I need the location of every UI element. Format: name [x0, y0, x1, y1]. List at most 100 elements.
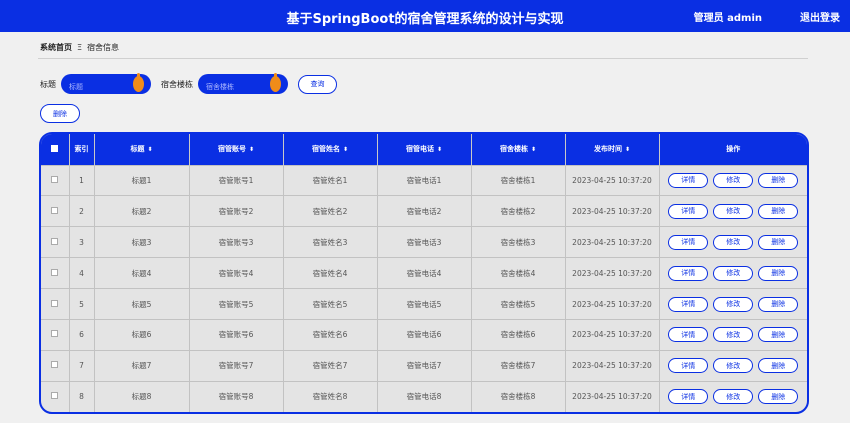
- table-row: 6 标题6 宿管账号6 宿管姓名6 宿管电话6 宿舍楼栋6 2023-04-25 10:37…: [41, 319, 807, 351]
- cell-name: 宿管姓名2: [283, 195, 378, 227]
- building-search-field: [198, 73, 288, 97]
- cell-index: 2: [69, 195, 95, 227]
- cell-index: 7: [69, 350, 95, 382]
- delete-button[interactable]: 删除: [758, 265, 799, 281]
- breadcrumb-separator-icon: Ξ: [77, 43, 83, 52]
- row-checkbox[interactable]: [51, 299, 59, 307]
- sort-icon: ⬍: [147, 146, 153, 154]
- cell-time: 2023-04-25 10:37:20: [565, 257, 660, 289]
- row-checkbox[interactable]: [51, 206, 59, 214]
- cell-building: 宿舍楼栋7: [471, 350, 566, 382]
- cell-account: 宿管账号2: [189, 195, 284, 227]
- col-header-account[interactable]: 宿管账号 ⬍: [189, 134, 284, 165]
- cell-name: 宿管姓名6: [283, 319, 378, 351]
- title-search-input[interactable]: [61, 77, 133, 97]
- row-select-cell: [41, 288, 70, 320]
- row-checkbox[interactable]: [51, 392, 59, 400]
- cell-phone: 宿管电话1: [377, 165, 472, 196]
- col-header-building[interactable]: 宿舍楼栋 ⬍: [471, 134, 566, 165]
- cell-phone: 宿管电话8: [377, 381, 472, 412]
- cell-building: 宿舍楼栋3: [471, 226, 566, 258]
- row-select-cell: [41, 165, 70, 196]
- cell-phone: 宿管电话6: [377, 319, 472, 351]
- delete-button[interactable]: 删除: [758, 234, 799, 250]
- row-checkbox[interactable]: [51, 237, 59, 245]
- table-row: 8 标题8 宿管账号8 宿管姓名8 宿管电话8 宿舍楼栋8 2023-04-25 10:37…: [41, 381, 807, 412]
- row-actions: 详情 修改 删除: [659, 258, 807, 289]
- delete-button[interactable]: 删除: [758, 358, 799, 374]
- cell-building: 宿舍楼栋6: [471, 319, 566, 351]
- detail-button[interactable]: 详情: [668, 358, 709, 374]
- sort-icon: ⬍: [530, 146, 537, 154]
- row-actions: 详情 修改 删除: [659, 319, 807, 350]
- building-search-input[interactable]: [198, 77, 270, 97]
- detail-button[interactable]: 详情: [668, 265, 709, 281]
- breadcrumb: 系统首页 Ξ 宿舍信息: [40, 42, 119, 53]
- breadcrumb-home[interactable]: 系统首页: [40, 42, 72, 53]
- user-label: 管理员 admin: [693, 13, 762, 24]
- col-header-title[interactable]: 标题 ⬍: [94, 134, 190, 165]
- col-header-label: 宿管账号: [217, 145, 246, 154]
- detail-button[interactable]: 详情: [668, 327, 709, 343]
- cell-building: 宿舍楼栋5: [471, 288, 566, 320]
- cell-account: 宿管账号1: [189, 165, 284, 196]
- cell-title: 标题5: [94, 288, 190, 320]
- cell-phone: 宿管电话5: [377, 288, 472, 320]
- breadcrumb-divider: [38, 58, 808, 59]
- delete-button[interactable]: 删除: [758, 172, 799, 188]
- cell-time: 2023-04-25 10:37:20: [565, 319, 660, 351]
- col-header-phone[interactable]: 宿管电话 ⬍: [377, 134, 472, 165]
- edit-button[interactable]: 修改: [713, 203, 754, 219]
- row-select-cell: [41, 381, 70, 412]
- delete-button[interactable]: 删除: [758, 327, 799, 343]
- col-header-label: 宿舍楼栋: [499, 145, 528, 154]
- row-select-cell: [41, 350, 70, 382]
- table-header-row: 索引 标题 ⬍ 宿管账号 ⬍ 宿管姓名 ⬍ 宿管电话 ⬍ 宿舍楼栋 ⬍ 发布时间 ⬍ 操作: [41, 134, 807, 165]
- breadcrumb-current: 宿舍信息: [87, 43, 120, 52]
- cell-account: 宿管账号8: [189, 381, 284, 412]
- query-button[interactable]: 查询: [298, 74, 337, 94]
- col-header-actions: 操作: [726, 145, 741, 154]
- delete-button[interactable]: 删除: [758, 203, 799, 219]
- cell-account: 宿管账号3: [189, 226, 284, 258]
- cell-name: 宿管姓名7: [283, 350, 378, 382]
- edit-button[interactable]: 修改: [713, 172, 754, 188]
- cell-index: 1: [69, 165, 95, 196]
- sort-icon: ⬍: [436, 146, 443, 154]
- select-all-cell: [41, 134, 70, 165]
- col-header-name[interactable]: 宿管姓名 ⬍: [283, 134, 378, 165]
- table-row: 3 标题3 宿管账号3 宿管姓名3 宿管电话3 宿舍楼栋3 2023-04-25 10:37…: [41, 226, 807, 258]
- delete-button[interactable]: 删除: [758, 389, 799, 405]
- cell-time: 2023-04-25 10:37:20: [565, 195, 660, 227]
- row-checkbox[interactable]: [51, 175, 59, 183]
- detail-button[interactable]: 详情: [668, 296, 709, 312]
- select-all-checkbox[interactable]: [51, 144, 59, 152]
- edit-button[interactable]: 修改: [713, 265, 754, 281]
- cell-title: 标题7: [94, 350, 190, 382]
- detail-button[interactable]: 详情: [668, 203, 709, 219]
- cell-phone: 宿管电话3: [377, 226, 472, 258]
- row-actions: 详情 修改 删除: [659, 289, 807, 320]
- detail-button[interactable]: 详情: [668, 172, 709, 188]
- col-header-time[interactable]: 发布时间 ⬍: [565, 134, 660, 165]
- cell-name: 宿管姓名4: [283, 257, 378, 289]
- detail-button[interactable]: 详情: [668, 389, 709, 405]
- edit-button[interactable]: 修改: [713, 358, 754, 374]
- edit-button[interactable]: 修改: [713, 296, 754, 312]
- sort-icon: ⬍: [624, 146, 631, 154]
- edit-button[interactable]: 修改: [713, 234, 754, 250]
- cell-title: 标题4: [94, 257, 190, 289]
- row-actions: 详情 修改 删除: [659, 381, 807, 412]
- edit-button[interactable]: 修改: [713, 389, 754, 405]
- cell-name: 宿管姓名8: [283, 381, 378, 412]
- row-checkbox[interactable]: [51, 268, 59, 276]
- row-checkbox[interactable]: [51, 361, 59, 369]
- cell-index: 8: [69, 381, 95, 412]
- detail-button[interactable]: 详情: [668, 234, 709, 250]
- bulk-delete-button[interactable]: 删除: [40, 104, 80, 123]
- logout-link[interactable]: 退出登录: [800, 9, 840, 24]
- edit-button[interactable]: 修改: [713, 327, 754, 343]
- delete-button[interactable]: 删除: [758, 296, 799, 312]
- cell-title: 标题6: [94, 319, 190, 351]
- row-checkbox[interactable]: [51, 330, 59, 338]
